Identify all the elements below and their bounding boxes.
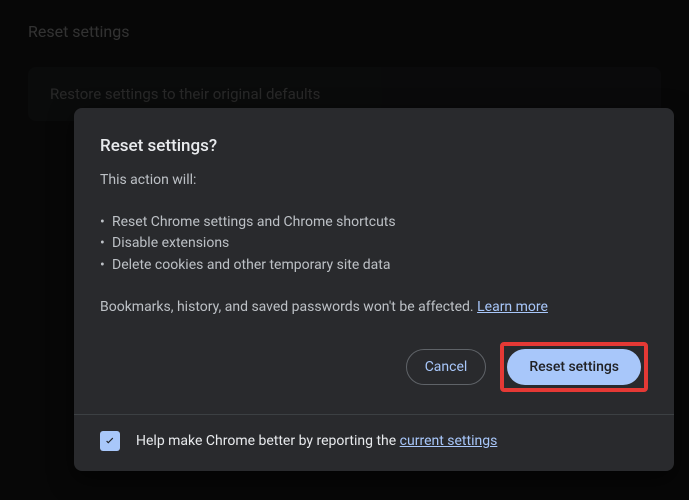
footer-text: Help make Chrome better by reporting the… [136, 433, 497, 449]
dialog-actions: Cancel Reset settings [74, 342, 674, 414]
bullet-text: Reset Chrome settings and Chrome shortcu… [112, 212, 396, 234]
checkmark-icon [103, 434, 117, 448]
dialog-title: Reset settings? [74, 108, 674, 170]
reset-settings-dialog: Reset settings? This action will: • Rese… [74, 108, 674, 471]
bullet-text: Disable extensions [112, 233, 229, 255]
highlight-annotation: Reset settings [500, 342, 648, 392]
dialog-body: This action will: • Reset Chrome setting… [74, 170, 674, 318]
dialog-footer: Help make Chrome better by reporting the… [74, 415, 674, 465]
learn-more-link[interactable]: Learn more [477, 299, 548, 315]
reset-settings-button[interactable]: Reset settings [507, 349, 641, 385]
note-text: Bookmarks, history, and saved passwords … [100, 299, 474, 315]
current-settings-link[interactable]: current settings [400, 433, 498, 449]
dialog-bullet-list: • Reset Chrome settings and Chrome short… [100, 212, 648, 277]
footer-prefix: Help make Chrome better by reporting the [136, 433, 400, 449]
bullet-item: • Reset Chrome settings and Chrome short… [100, 212, 648, 234]
dialog-intro-text: This action will: [100, 170, 648, 192]
report-settings-checkbox[interactable] [100, 431, 120, 451]
bullet-text: Delete cookies and other temporary site … [112, 255, 390, 277]
bullet-item: • Delete cookies and other temporary sit… [100, 255, 648, 277]
dialog-note: Bookmarks, history, and saved passwords … [100, 297, 648, 319]
bullet-item: • Disable extensions [100, 233, 648, 255]
cancel-button[interactable]: Cancel [406, 349, 487, 385]
